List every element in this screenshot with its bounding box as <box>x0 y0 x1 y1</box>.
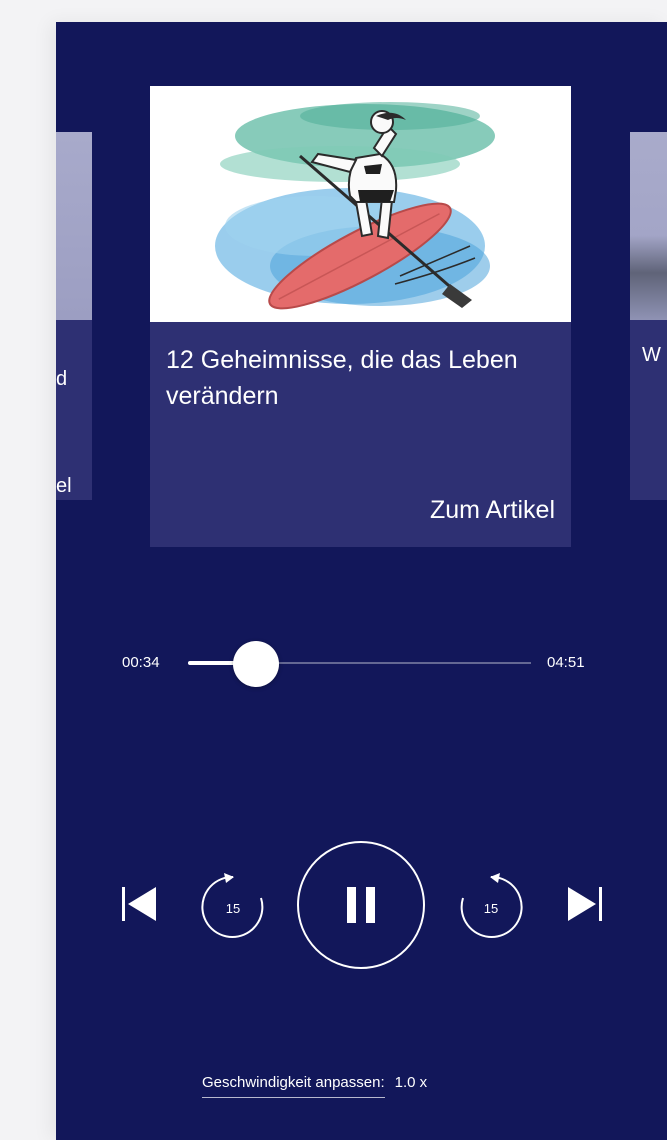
playback-speed: Geschwindigkeit anpassen: 1.0 x <box>202 1074 427 1098</box>
progress-thumb[interactable] <box>233 641 280 687</box>
card-title-fragment: W <box>642 344 661 366</box>
card-image <box>56 132 92 320</box>
rewind-15-button[interactable]: 15 <box>196 870 270 944</box>
skip-next-button[interactable] <box>564 884 604 924</box>
skip-next-icon <box>568 887 602 921</box>
skip-previous-icon <box>122 887 156 921</box>
carousel-card-current[interactable]: 12 Geheimnisse, die das Leben verändern … <box>150 86 571 547</box>
skip-previous-button[interactable] <box>120 884 160 924</box>
paddleboard-illustration <box>215 102 495 310</box>
speed-value: 1.0 x <box>394 1074 428 1091</box>
card-title: 12 Geheimnisse, die das Leben verändern <box>166 346 518 410</box>
card-link-fragment: el <box>56 475 72 497</box>
forward-seconds-label: 15 <box>483 901 499 916</box>
total-time: 04:51 <box>547 654 585 671</box>
rewind-seconds-label: 15 <box>225 901 241 916</box>
pause-button[interactable] <box>296 840 426 970</box>
speed-adjust-link[interactable]: Geschwindigkeit anpassen: <box>202 1074 385 1098</box>
forward-15-button[interactable]: 15 <box>454 870 528 944</box>
carousel-card-next[interactable]: W <box>630 132 667 500</box>
card-image-paddleboarder <box>150 86 571 322</box>
elapsed-time: 00:34 <box>122 654 160 671</box>
card-title-fragment: d <box>56 368 68 390</box>
article-link[interactable]: Zum Artikel <box>430 496 555 525</box>
carousel-card-previous[interactable]: d el <box>56 132 92 500</box>
player-screen: d el 12 Geheimnisse, die das Leben verän… <box>56 22 667 1140</box>
pause-icon <box>297 841 425 969</box>
card-image <box>630 132 667 320</box>
